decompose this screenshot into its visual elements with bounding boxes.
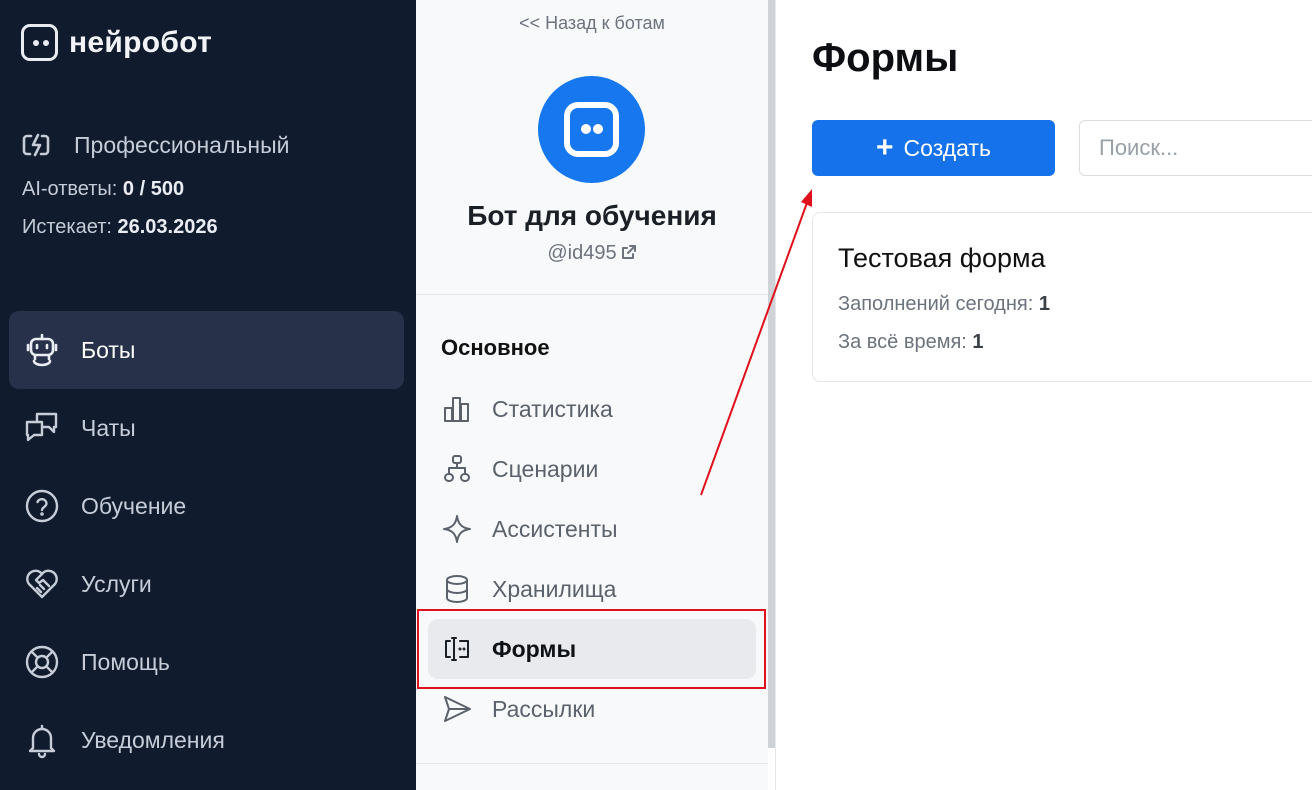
page-title: Формы xyxy=(812,36,959,80)
brand-name: нейробот xyxy=(69,25,213,59)
create-form-button[interactable]: + Создать xyxy=(812,120,1055,176)
create-label: Создать xyxy=(903,134,991,161)
panel-divider xyxy=(775,0,776,790)
battery-charging-icon xyxy=(22,133,50,157)
menu-item-statistics[interactable]: Статистика xyxy=(428,379,756,439)
plan-info: Профессиональный AI-ответы: 0 / 500 Исте… xyxy=(22,130,289,239)
brand-logo[interactable]: нейробот xyxy=(21,24,212,61)
nav-item-chats[interactable]: Чаты xyxy=(9,389,404,467)
plan-name: Профессиональный xyxy=(74,131,290,158)
bot-panel-scrollbar[interactable] xyxy=(768,0,775,748)
send-icon xyxy=(444,696,471,722)
divider xyxy=(416,294,768,295)
bell-icon xyxy=(28,724,56,759)
fills-total-value: 1 xyxy=(972,331,984,353)
lifebuoy-icon xyxy=(25,645,59,679)
external-link-icon xyxy=(621,245,636,259)
nav-label: Помощь xyxy=(81,648,170,675)
section-title: Основное xyxy=(441,335,550,360)
nav-label: Чаты xyxy=(81,414,136,441)
menu-label: Статистика xyxy=(492,395,613,422)
database-icon xyxy=(446,575,468,604)
bot-handle: @id495 xyxy=(547,242,617,264)
main-nav: Боты Чаты Обучение Услуги Помощь Уведомл… xyxy=(9,311,404,779)
nav-item-help[interactable]: Помощь xyxy=(9,623,404,701)
menu-label: Рассылки xyxy=(492,695,596,722)
robot-icon xyxy=(26,333,58,367)
sparkle-icon xyxy=(443,515,471,543)
plus-icon: + xyxy=(876,131,894,164)
heart-handshake-icon xyxy=(26,569,58,599)
bar-chart-icon xyxy=(444,397,469,422)
fills-total: За всё время: 1 xyxy=(838,331,984,353)
form-title: Тестовая форма xyxy=(838,243,1046,273)
ai-answers-value: 0 / 500 xyxy=(122,178,185,200)
nav-item-services[interactable]: Услуги xyxy=(9,545,404,623)
search-input[interactable] xyxy=(1079,120,1312,176)
bot-name: Бот для обучения xyxy=(467,200,717,231)
menu-label: Хранилища xyxy=(492,575,617,602)
nav-item-learning[interactable]: Обучение xyxy=(9,467,404,545)
nav-item-notifications[interactable]: Уведомления xyxy=(9,701,404,779)
form-card[interactable]: Тестовая форма Заполнений сегодня: 1 За … xyxy=(812,212,1312,382)
chats-icon xyxy=(25,412,58,442)
nav-label: Уведомления xyxy=(81,726,225,753)
plan-expires-value: 26.03.2026 xyxy=(117,216,218,238)
annotation-highlight-box xyxy=(417,609,766,689)
robot-avatar-icon xyxy=(564,102,619,157)
nav-item-bots[interactable]: Боты xyxy=(9,311,404,389)
fills-today: Заполнений сегодня: 1 xyxy=(838,293,1050,315)
sitemap-icon xyxy=(444,455,470,482)
question-circle-icon xyxy=(25,489,59,523)
plan-expires: Истекает: 26.03.2026 xyxy=(22,216,218,238)
main-sidebar: нейробот Профессиональный AI-ответы: 0 /… xyxy=(0,0,416,790)
nav-label: Услуги xyxy=(81,570,152,597)
menu-label: Сценарии xyxy=(492,455,599,482)
menu-item-scenarios[interactable]: Сценарии xyxy=(428,439,756,499)
bot-avatar xyxy=(538,76,645,183)
menu-label: Ассистенты xyxy=(492,515,618,542)
ai-answers: AI-ответы: 0 / 500 xyxy=(22,178,185,200)
divider xyxy=(416,763,768,764)
back-to-bots-link[interactable]: << Назад к ботам xyxy=(416,13,768,34)
bot-handle-link[interactable]: @id495 xyxy=(416,242,768,265)
nav-label: Боты xyxy=(81,336,136,363)
nav-label: Обучение xyxy=(81,492,187,519)
robot-logo-icon xyxy=(21,24,58,61)
menu-item-assistants[interactable]: Ассистенты xyxy=(428,499,756,559)
fills-today-value: 1 xyxy=(1038,293,1050,315)
